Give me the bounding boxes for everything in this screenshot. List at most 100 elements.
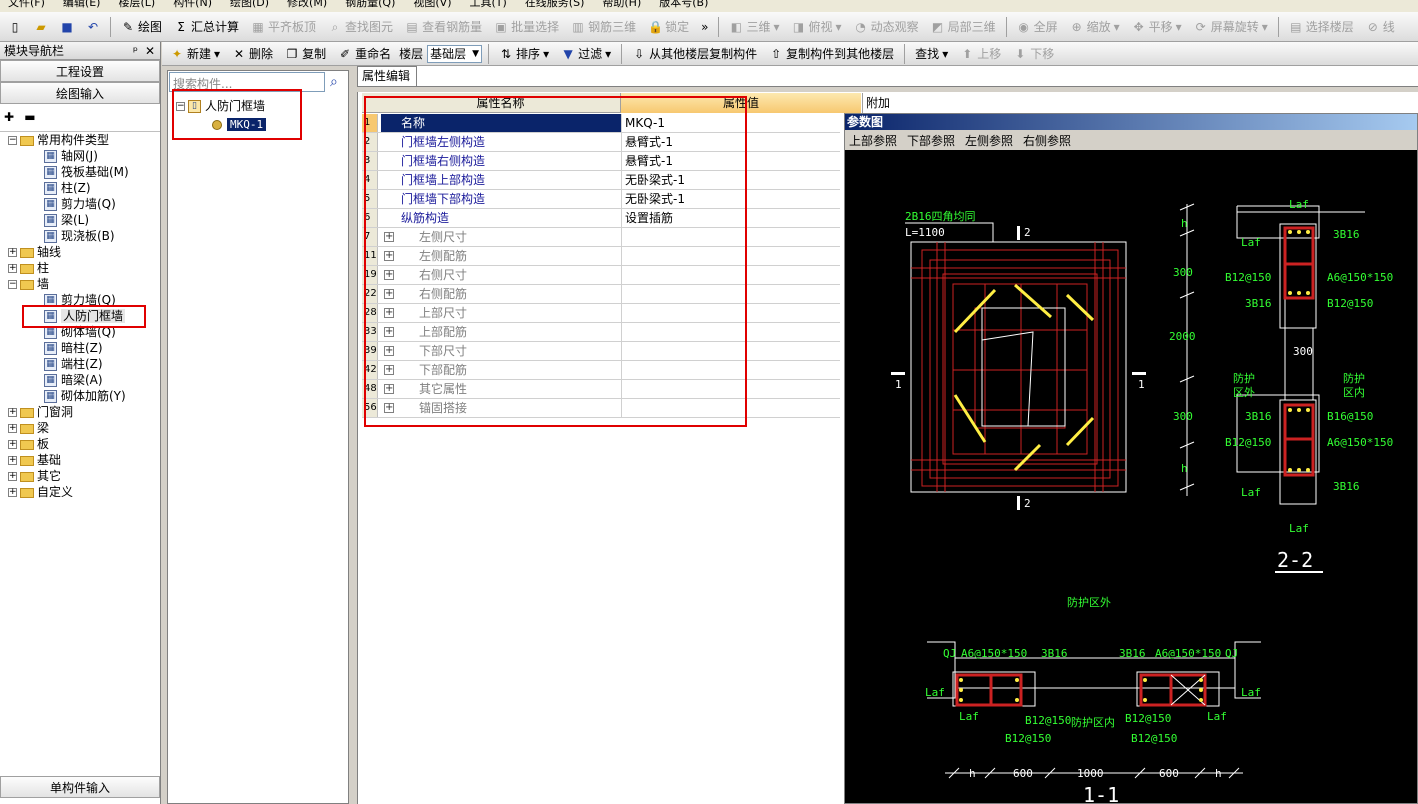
view-3d-dropdown[interactable]: ◧ 三维 ▾ — [725, 16, 783, 38]
copy-to-floor-button[interactable]: ⇧ 复制构件到其他楼层 — [765, 43, 898, 65]
tree-item[interactable]: ▦ 筏板基础(M) — [44, 164, 129, 180]
menu-item-7[interactable]: 视图(V) — [413, 0, 451, 12]
sum-calc-button[interactable]: Σ 汇总计算 — [170, 16, 243, 38]
expand-icon[interactable]: + — [8, 424, 17, 433]
fullscreen-button[interactable]: ◉ 全屏 — [1013, 16, 1062, 38]
expand-icon[interactable]: + — [8, 408, 17, 417]
tree-folder[interactable]: + 柱 — [8, 260, 49, 276]
tree-folder[interactable]: + 其它 — [8, 468, 61, 484]
param-tab-1[interactable]: 下部参照 — [907, 132, 955, 149]
new-file-icon[interactable]: ▯ — [4, 16, 26, 38]
copy-from-floor-button[interactable]: ⇩ 从其他楼层复制构件 — [628, 43, 761, 65]
menu-item-4[interactable]: 绘图(D) — [230, 0, 269, 12]
tree-item[interactable]: ▦ 暗柱(Z) — [44, 340, 103, 356]
undo-icon[interactable]: ↶ — [82, 16, 104, 38]
top-view-button[interactable]: ◨ 俯视 ▾ — [788, 16, 846, 38]
expand-icon[interactable]: + — [8, 440, 17, 449]
close-icon[interactable]: ✕ — [145, 42, 155, 60]
tree-folder[interactable]: − 墙 — [8, 276, 49, 292]
move-down-button[interactable]: ⬇ 下移 — [1009, 43, 1058, 65]
more-chevron-icon[interactable]: » — [697, 16, 712, 38]
draw-input-button[interactable]: 绘图输入 — [0, 82, 160, 104]
project-settings-button[interactable]: 工程设置 — [0, 60, 160, 82]
tree-item[interactable]: ▦ 轴网(J) — [44, 148, 98, 164]
dynamic-view-button[interactable]: ◔ 动态观察 — [850, 16, 923, 38]
tree-item[interactable]: ▦ 端柱(Z) — [44, 356, 103, 372]
collapse-icon[interactable]: − — [8, 136, 17, 145]
filter-button[interactable]: ▼ 过滤 ▾ — [557, 43, 615, 65]
find-element-button[interactable]: ⌕ 查找图元 — [324, 16, 397, 38]
rotate-button[interactable]: ⟳ 屏幕旋转 ▾ — [1190, 16, 1272, 38]
tree-folder[interactable]: + 门窗洞 — [8, 404, 73, 420]
view-rebar-button[interactable]: ▤ 查看钢筋量 — [401, 16, 486, 38]
col-header-extra[interactable]: 附加 — [862, 93, 1418, 113]
batch-select-button[interactable]: ▣ 批量选择 — [490, 16, 563, 38]
local-3d-button[interactable]: ◩ 局部三维 — [927, 16, 1000, 38]
copy-component-button[interactable]: ❐ 复制 — [281, 43, 330, 65]
tree-item[interactable]: ▦ 梁(L) — [44, 212, 89, 228]
menu-item-0[interactable]: 文件(F) — [8, 0, 45, 12]
folder-icon — [20, 487, 34, 498]
single-component-input-button[interactable]: 单构件输入 — [0, 776, 160, 798]
tree-folder[interactable]: + 梁 — [8, 420, 49, 436]
delete-component-button[interactable]: ✕ 删除 — [228, 43, 277, 65]
label-protect-in: 防护区内 — [1071, 715, 1115, 729]
menu-item-11[interactable]: 版本号(B) — [659, 0, 708, 12]
tree-folder[interactable]: + 基础 — [8, 452, 61, 468]
draw-button[interactable]: ✎ 绘图 — [117, 16, 166, 38]
menu-item-6[interactable]: 钢筋量(Q) — [345, 0, 395, 12]
new-component-button[interactable]: ✦ 新建 ▾ — [166, 43, 224, 65]
tree-item[interactable]: ▦ 柱(Z) — [44, 180, 91, 196]
tree-item[interactable]: ▦ 现浇板(B) — [44, 228, 115, 244]
highlight-box-component — [172, 89, 302, 140]
menu-item-3[interactable]: 构件(N) — [173, 0, 212, 12]
save-icon[interactable]: ■ — [56, 16, 78, 38]
sort-button[interactable]: ⇅ 排序 ▾ — [495, 43, 553, 65]
tree-folder[interactable]: + 自定义 — [8, 484, 73, 500]
delete-icon: ✕ — [234, 46, 245, 61]
menu-item-10[interactable]: 帮助(H) — [602, 0, 641, 12]
collapse-icon[interactable]: − — [8, 280, 17, 289]
label-laf-1-right: Laf — [1241, 686, 1261, 699]
tree-item[interactable]: ▦ 剪力墙(Q) — [44, 196, 116, 212]
find-button[interactable]: 查找 ▾ — [911, 43, 952, 65]
expand-icon[interactable]: + — [8, 472, 17, 481]
expand-all-icon[interactable]: ✚ — [4, 110, 14, 124]
move-up-button[interactable]: ⬆ 上移 — [956, 43, 1005, 65]
tree-folder[interactable]: − 常用构件类型 — [8, 132, 109, 148]
label-protect-out: 防护区外 — [1067, 595, 1111, 609]
label-a6-b: A6@150*150 — [1327, 436, 1393, 449]
tree-folder[interactable]: + 板 — [8, 436, 49, 452]
rebar-3d-button[interactable]: ▥ 钢筋三维 — [567, 16, 640, 38]
menu-item-5[interactable]: 修改(M) — [287, 0, 327, 12]
rename-button[interactable]: ✐ 重命名 — [334, 43, 395, 65]
collapse-all-icon[interactable]: ▬ — [24, 110, 35, 124]
line-button[interactable]: ⊘ 线 — [1362, 16, 1399, 38]
menu-item-2[interactable]: 楼层(L) — [118, 0, 155, 12]
component-type-icon: ▦ — [44, 374, 57, 387]
param-tab-3[interactable]: 右侧参照 — [1023, 132, 1071, 149]
menu-item-9[interactable]: 在线服务(S) — [525, 0, 585, 12]
tree-folder[interactable]: + 轴线 — [8, 244, 61, 260]
expand-icon[interactable]: + — [8, 456, 17, 465]
lock-button[interactable]: 🔒 锁定 — [644, 16, 693, 38]
pan-button[interactable]: ✥ 平移 ▾ — [1128, 16, 1186, 38]
tab-property-edit[interactable]: 属性编辑 — [357, 66, 417, 86]
select-floor-button[interactable]: ▤ 选择楼层 — [1285, 16, 1358, 38]
search-icon[interactable]: ⌕ — [330, 74, 338, 90]
open-file-icon[interactable]: ▰ — [30, 16, 52, 38]
expand-icon[interactable]: + — [8, 264, 17, 273]
chevron-down-icon: ▼ — [472, 48, 480, 59]
zoom-button[interactable]: ⊕ 缩放 ▾ — [1066, 16, 1124, 38]
expand-icon[interactable]: + — [8, 248, 17, 257]
pin-icon[interactable]: ᵖ — [133, 42, 138, 60]
expand-icon[interactable]: + — [8, 488, 17, 497]
flat-top-button[interactable]: ▦ 平齐板顶 — [247, 16, 320, 38]
floor-select[interactable]: 基础层 ▼ — [427, 44, 483, 63]
menu-item-1[interactable]: 编辑(E) — [63, 0, 101, 12]
menu-item-8[interactable]: 工具(T) — [470, 0, 507, 12]
tree-item[interactable]: ▦ 暗梁(A) — [44, 372, 103, 388]
param-tab-0[interactable]: 上部参照 — [849, 132, 897, 149]
param-tab-2[interactable]: 左侧参照 — [965, 132, 1013, 149]
tree-item[interactable]: ▦ 砌体加筋(Y) — [44, 388, 126, 404]
